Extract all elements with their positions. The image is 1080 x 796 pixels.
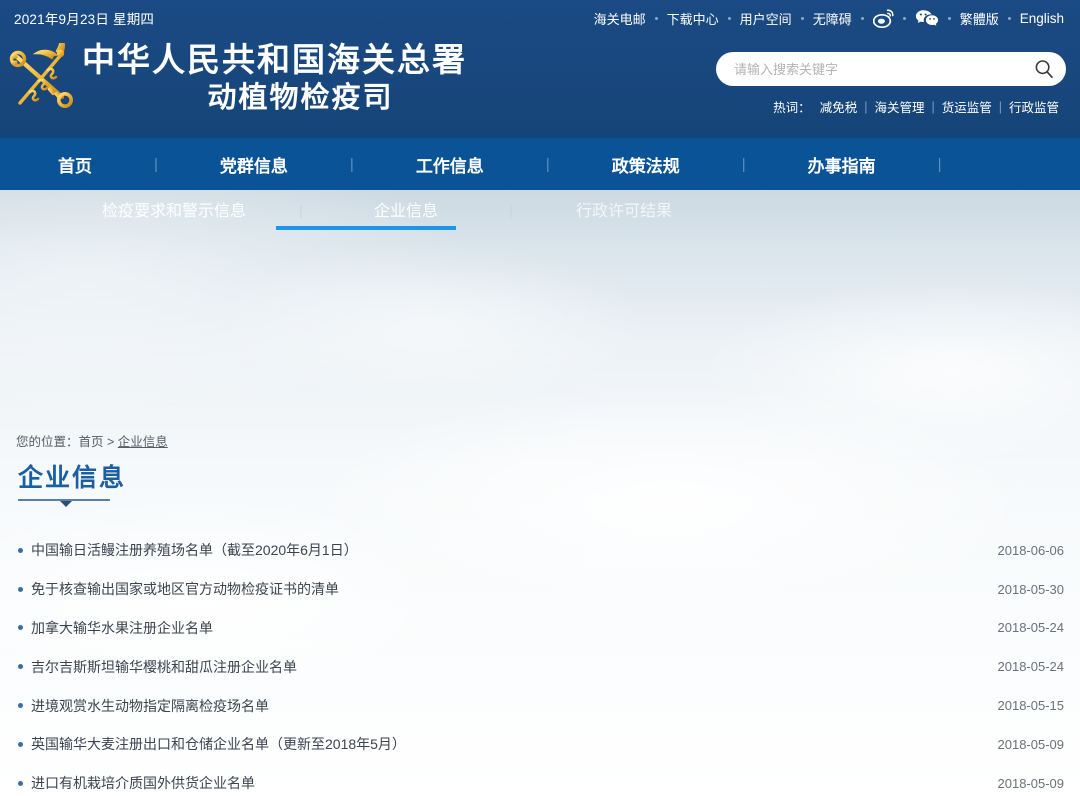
breadcrumb: 您的位置：首页 > 企业信息 — [16, 431, 168, 450]
nav-separator: | — [742, 156, 746, 173]
page-title-block: 企业信息 — [18, 462, 126, 501]
list-item-date: 2018-06-06 — [998, 543, 1065, 558]
bullet-icon — [18, 625, 23, 630]
list-item-date: 2018-05-09 — [998, 776, 1065, 791]
list-item[interactable]: 免于核查输出国家或地区官方动物检疫证书的清单 2018-05-30 — [0, 570, 1080, 609]
nav-home[interactable]: 首页 — [58, 152, 92, 177]
search-input[interactable] — [716, 53, 1066, 85]
page-root: 2021年9月23日 星期四 海关电邮 下载中心 用户空间 无障碍 — [0, 0, 1080, 796]
nav-separator: | — [938, 156, 942, 173]
search-area: 热词： 减免税 | 海关管理 | 货运监管 | 行政监管 — [716, 52, 1066, 116]
top-link-traditional-chinese[interactable]: 繁體版 — [951, 9, 1008, 28]
bullet-icon — [18, 781, 23, 786]
search-box[interactable] — [716, 52, 1066, 86]
list-item-title[interactable]: 进口有机栽培介质国外供货企业名单 — [31, 773, 255, 793]
breadcrumb-home[interactable]: 首页 — [79, 435, 104, 449]
list-item-title[interactable]: 吉尔吉斯斯坦输华樱桃和甜瓜注册企业名单 — [31, 657, 297, 677]
top-link-customs-email[interactable]: 海关电邮 — [585, 9, 655, 28]
hot-word-tax-reduction[interactable]: 减免税 — [813, 97, 865, 116]
list-item[interactable]: 吉尔吉斯斯坦输华樱桃和甜瓜注册企业名单 2018-05-24 — [0, 647, 1080, 686]
nav-service-guide[interactable]: 办事指南 — [808, 152, 876, 177]
hot-words-label: 热词： — [773, 97, 811, 116]
subtab-separator: | — [288, 202, 314, 218]
subtab-separator: | — [498, 202, 524, 218]
breadcrumb-arrow: > — [104, 435, 118, 449]
bullet-icon — [18, 548, 23, 553]
list-item-date: 2018-05-15 — [998, 698, 1065, 713]
top-link-accessibility[interactable]: 无障碍 — [804, 9, 861, 28]
page-title-rule — [18, 499, 110, 501]
list-item-title[interactable]: 英国输华大麦注册出口和仓储企业名单（更新至2018年5月） — [31, 734, 406, 754]
site-title-line1: 中华人民共和国海关总署 — [82, 42, 467, 80]
nav-work-info[interactable]: 工作信息 — [416, 152, 484, 177]
subtab-quarantine-requirements[interactable]: 检疫要求和警示信息 — [60, 197, 288, 223]
nav-policy-regulations[interactable]: 政策法规 — [612, 152, 680, 177]
hot-word-cargo-supervision[interactable]: 货运监管 — [935, 97, 999, 116]
sub-tabs: 检疫要求和警示信息 | 企业信息 | 行政许可结果 — [0, 190, 1080, 230]
list-item[interactable]: 加拿大输华水果注册企业名单 2018-05-24 — [0, 609, 1080, 648]
nav-separator: | — [350, 156, 354, 173]
list-item-date: 2018-05-24 — [998, 659, 1065, 674]
article-list: 中国输日活鳗注册养殖场名单（截至2020年6月1日） 2018-06-06 免于… — [0, 531, 1080, 796]
weibo-icon[interactable] — [864, 9, 903, 28]
main-navigation: 首页 | 党群信息 | 工作信息 | 政策法规 | 办事指南 | — [0, 138, 1080, 190]
list-item[interactable]: 中国输日活鳗注册养殖场名单（截至2020年6月1日） 2018-06-06 — [0, 531, 1080, 570]
breadcrumb-current[interactable]: 企业信息 — [118, 435, 168, 449]
list-item-title[interactable]: 加拿大输华水果注册企业名单 — [31, 618, 213, 638]
site-title-line2: 动植物检疫司 — [82, 80, 467, 116]
site-header: 2021年9月23日 星期四 海关电邮 下载中心 用户空间 无障碍 — [0, 0, 1080, 138]
bullet-icon — [18, 742, 23, 747]
list-item-title[interactable]: 免于核查输出国家或地区官方动物检疫证书的清单 — [31, 579, 339, 599]
list-item[interactable]: 英国输华大麦注册出口和仓储企业名单（更新至2018年5月） 2018-05-09 — [0, 725, 1080, 764]
wechat-icon[interactable] — [906, 9, 948, 28]
subtab-admin-license-results[interactable]: 行政许可结果 — [524, 197, 724, 223]
top-links-group: 海关电邮 下载中心 用户空间 无障碍 — [585, 0, 1066, 36]
site-logo[interactable]: 中华人民共和国海关总署 动植物检疫司 — [8, 42, 467, 116]
nav-separator: | — [546, 156, 550, 173]
top-link-user-space[interactable]: 用户空间 — [731, 9, 801, 28]
list-item-title[interactable]: 进境观赏水生动物指定隔离检疫场名单 — [31, 696, 269, 716]
current-date: 2021年9月23日 星期四 — [14, 8, 154, 28]
top-link-download-center[interactable]: 下载中心 — [658, 9, 728, 28]
top-utility-bar: 2021年9月23日 星期四 海关电邮 下载中心 用户空间 无障碍 — [0, 0, 1080, 36]
nav-separator: | — [154, 156, 158, 173]
top-link-english[interactable]: English — [1011, 11, 1066, 26]
list-item[interactable]: 进境观赏水生动物指定隔离检疫场名单 2018-05-15 — [0, 686, 1080, 725]
list-item-title[interactable]: 中国输日活鳗注册养殖场名单（截至2020年6月1日） — [31, 540, 358, 560]
list-item-date: 2018-05-30 — [998, 582, 1065, 597]
search-icon — [1034, 59, 1054, 79]
hot-words-bar: 热词： 减免税 | 海关管理 | 货运监管 | 行政监管 — [716, 97, 1066, 116]
bullet-icon — [18, 664, 23, 669]
list-item[interactable]: 进口有机栽培介质国外供货企业名单 2018-05-09 — [0, 764, 1080, 796]
bullet-icon — [18, 587, 23, 592]
hot-word-admin-supervision[interactable]: 行政监管 — [1002, 97, 1066, 116]
hot-word-customs-management[interactable]: 海关管理 — [867, 97, 931, 116]
list-item-date: 2018-05-24 — [998, 620, 1065, 635]
subtab-enterprise-info[interactable]: 企业信息 — [314, 197, 498, 223]
list-item-date: 2018-05-09 — [998, 737, 1065, 752]
content-area: 检疫要求和警示信息 | 企业信息 | 行政许可结果 您的位置：首页 > 企业信息… — [0, 190, 1080, 796]
active-subtab-underline — [276, 226, 456, 230]
breadcrumb-prefix: 您的位置： — [16, 435, 79, 449]
page-title: 企业信息 — [18, 462, 126, 494]
nav-party-info[interactable]: 党群信息 — [220, 152, 288, 177]
bullet-icon — [18, 703, 23, 708]
site-title: 中华人民共和国海关总署 动植物检疫司 — [82, 42, 467, 116]
search-button[interactable] — [1034, 59, 1054, 79]
customs-emblem-icon — [8, 43, 78, 115]
